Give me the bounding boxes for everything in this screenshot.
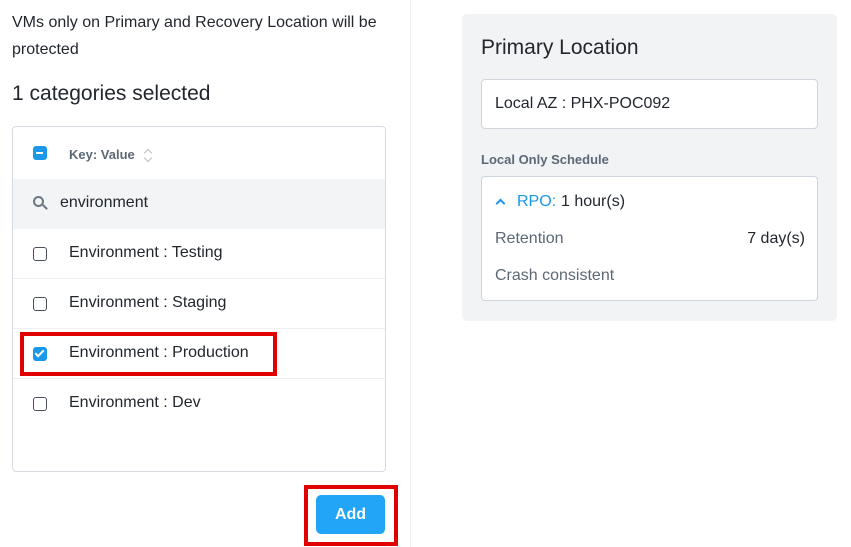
category-selection-pane: VMs only on Primary and Recovery Locatio… [0, 0, 411, 547]
retention-value: 7 day(s) [747, 230, 805, 247]
category-item-testing[interactable]: Environment : Testing [13, 229, 385, 279]
location-value: Local AZ : PHX-POC092 [495, 95, 671, 112]
category-list-header: Key: Value [13, 127, 385, 179]
select-all-checkbox-icon[interactable] [33, 146, 47, 160]
rpo-value: 1 hour(s) [561, 193, 626, 210]
category-item-label: Environment : Dev [69, 394, 201, 411]
category-item-staging[interactable]: Environment : Staging [13, 279, 385, 329]
selected-count: 1 categories selected [12, 82, 211, 105]
primary-location-title: Primary Location [481, 36, 639, 59]
schedule-label: Local Only Schedule [481, 152, 609, 167]
location-field: Local AZ : PHX-POC092 [481, 79, 818, 129]
checkbox-icon[interactable] [33, 297, 47, 311]
search-input[interactable]: environment [60, 194, 148, 212]
checkbox-icon[interactable] [33, 247, 47, 261]
category-item-label: Environment : Testing [69, 244, 223, 261]
category-search[interactable]: environment [13, 179, 385, 229]
production-highlight-box [20, 332, 277, 376]
category-item-dev[interactable]: Environment : Dev [13, 379, 385, 429]
schedule-box: RPO: 1 hour(s) Retention 7 day(s) Crash … [481, 176, 818, 301]
rpo-label[interactable]: RPO: [517, 193, 556, 211]
category-list-panel: Key: Value environment Environment : Tes… [12, 126, 386, 472]
primary-location-card: Primary Location Local AZ : PHX-POC092 L… [462, 14, 837, 321]
add-highlight-box [304, 485, 398, 546]
key-value-header[interactable]: Key: Value [69, 147, 135, 162]
retention-label: Retention [495, 230, 564, 247]
chevron-up-icon[interactable] [495, 198, 506, 209]
protection-notice: VMs only on Primary and Recovery Locatio… [12, 14, 377, 58]
category-item-label: Environment : Staging [69, 294, 227, 311]
checkbox-icon[interactable] [33, 397, 47, 411]
consistency-label: Crash consistent [495, 267, 615, 284]
search-icon [33, 196, 49, 212]
sort-icon[interactable] [143, 146, 154, 164]
